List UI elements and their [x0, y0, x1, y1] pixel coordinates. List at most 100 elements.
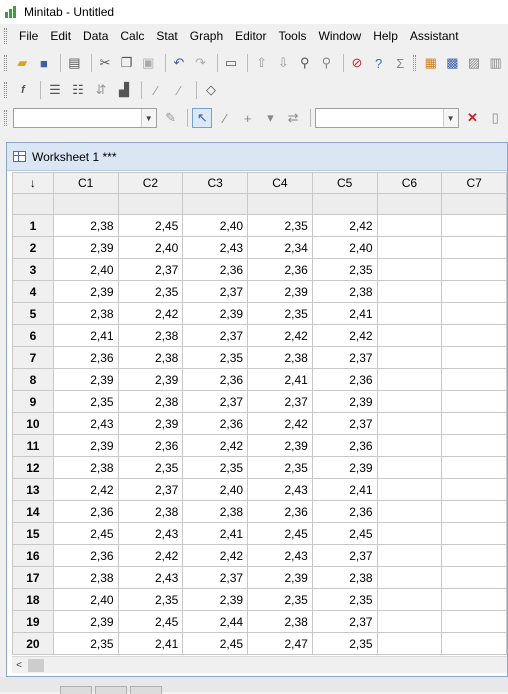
data-cell[interactable]: 2,38 — [182, 500, 249, 523]
data-cell[interactable] — [441, 588, 507, 611]
flag-icon[interactable]: ▾ — [261, 108, 281, 128]
data-cell[interactable]: 2,35 — [52, 390, 119, 413]
data-cell[interactable]: 2,45 — [117, 214, 184, 237]
row-number[interactable]: 16 — [12, 544, 54, 567]
data-cell[interactable] — [441, 236, 507, 259]
data-cell[interactable] — [441, 280, 507, 303]
data-cell[interactable] — [441, 214, 507, 237]
data-cell[interactable]: 2,40 — [182, 214, 249, 237]
column-header[interactable]: C7 — [441, 172, 507, 194]
data-cell[interactable]: 2,37 — [247, 390, 313, 413]
data-cell[interactable]: 2,35 — [182, 456, 249, 479]
data-cell[interactable] — [441, 258, 507, 281]
copy-icon[interactable]: ❐ — [117, 53, 136, 73]
data-cell[interactable] — [441, 500, 507, 523]
data-cell[interactable]: 2,42 — [247, 412, 313, 435]
data-cell[interactable] — [441, 302, 507, 325]
data-cell[interactable] — [441, 412, 507, 435]
stat-guide-icon[interactable]: Σ — [391, 53, 410, 73]
menu-stat[interactable]: Stat — [150, 24, 183, 48]
row-number[interactable]: 14 — [12, 500, 54, 523]
menu-help[interactable]: Help — [367, 24, 404, 48]
horizontal-scrollbar[interactable]: < — [12, 656, 507, 673]
data-cell[interactable]: 2,38 — [247, 610, 313, 633]
data-cell[interactable] — [376, 368, 443, 391]
row-number[interactable]: 10 — [12, 412, 54, 435]
data-cell[interactable]: 2,39 — [117, 412, 184, 435]
data-cell[interactable]: 2,37 — [182, 324, 249, 347]
project-manager-icon[interactable]: ▩ — [443, 53, 462, 73]
data-cell[interactable]: 2,42 — [311, 214, 378, 237]
data-cell[interactable]: 2,40 — [117, 236, 184, 259]
data-cell[interactable]: 2,36 — [311, 368, 378, 391]
close-icon[interactable]: ✕ — [463, 108, 483, 128]
show-graphs-icon[interactable]: ▨ — [465, 53, 484, 73]
graph-folder-icon[interactable]: ▥ — [486, 53, 505, 73]
data-cell[interactable]: 2,36 — [182, 258, 249, 281]
row-number[interactable]: 15 — [12, 522, 54, 545]
column-header[interactable]: C5 — [311, 172, 378, 194]
data-cell[interactable] — [441, 434, 507, 457]
data-cell[interactable]: 2,38 — [311, 566, 378, 589]
data-cell[interactable] — [376, 280, 443, 303]
redo-icon[interactable]: ↷ — [191, 53, 210, 73]
data-cell[interactable] — [376, 500, 443, 523]
brush-icon[interactable]: ⁄ — [146, 80, 166, 100]
column-header[interactable]: C1 — [52, 172, 119, 194]
row-number[interactable]: 6 — [12, 324, 54, 347]
data-cell[interactable]: 2,41 — [52, 324, 119, 347]
menu-window[interactable]: Window — [313, 24, 368, 48]
graph-more-icon[interactable]: ▯ — [485, 108, 505, 128]
data-cell[interactable]: 2,45 — [182, 632, 249, 655]
data-cell[interactable]: 2,42 — [182, 544, 249, 567]
data-cell[interactable] — [376, 522, 443, 545]
data-cell[interactable] — [376, 478, 443, 501]
data-cell[interactable]: 2,35 — [117, 456, 184, 479]
data-cell[interactable]: 2,41 — [311, 478, 378, 501]
data-cell[interactable]: 2,39 — [52, 236, 119, 259]
row-number[interactable]: 5 — [12, 302, 54, 325]
data-cell[interactable]: 2,35 — [247, 456, 313, 479]
data-cell[interactable]: 2,41 — [311, 302, 378, 325]
data-cell[interactable]: 2,42 — [117, 544, 184, 567]
column-name-cell[interactable] — [52, 193, 119, 215]
data-cell[interactable] — [441, 456, 507, 479]
function-icon[interactable]: f — [13, 80, 33, 100]
insert-rows-icon[interactable]: ☰ — [45, 80, 65, 100]
data-cell[interactable] — [441, 390, 507, 413]
data-cell[interactable]: 2,41 — [247, 368, 313, 391]
window-tab[interactable] — [60, 686, 92, 694]
data-cell[interactable]: 2,45 — [117, 610, 184, 633]
data-cell[interactable]: 2,37 — [311, 412, 378, 435]
scroll-thumb[interactable] — [28, 658, 44, 672]
data-cell[interactable]: 2,35 — [117, 280, 184, 303]
column-name-cell[interactable] — [441, 193, 507, 215]
data-cell[interactable] — [376, 456, 443, 479]
data-cell[interactable]: 2,38 — [52, 566, 119, 589]
edit-icon[interactable]: ⁄ — [169, 80, 189, 100]
row-number[interactable]: 17 — [12, 566, 54, 589]
data-cell[interactable]: 2,41 — [182, 522, 249, 545]
data-cell[interactable] — [376, 324, 443, 347]
data-cell[interactable] — [441, 566, 507, 589]
column-header[interactable]: C3 — [182, 172, 249, 194]
data-cell[interactable] — [376, 346, 443, 369]
find-icon[interactable]: ⚲ — [296, 53, 315, 73]
data-cell[interactable]: 2,39 — [52, 610, 119, 633]
menu-graph[interactable]: Graph — [184, 24, 229, 48]
column-name-cell[interactable] — [247, 193, 313, 215]
data-cell[interactable] — [376, 258, 443, 281]
data-cell[interactable]: 2,35 — [247, 302, 313, 325]
data-cell[interactable]: 2,42 — [52, 478, 119, 501]
row-number[interactable]: 20 — [12, 632, 54, 655]
data-cell[interactable] — [441, 346, 507, 369]
data-cell[interactable]: 2,36 — [247, 258, 313, 281]
cancel-icon[interactable]: ⊘ — [348, 53, 367, 73]
data-cell[interactable]: 2,36 — [311, 500, 378, 523]
data-cell[interactable] — [376, 412, 443, 435]
undo-icon[interactable]: ↶ — [170, 53, 189, 73]
data-cell[interactable]: 2,40 — [311, 236, 378, 259]
help-icon[interactable]: ? — [369, 53, 388, 73]
row-number[interactable]: 3 — [12, 258, 54, 281]
row-number[interactable]: 13 — [12, 478, 54, 501]
